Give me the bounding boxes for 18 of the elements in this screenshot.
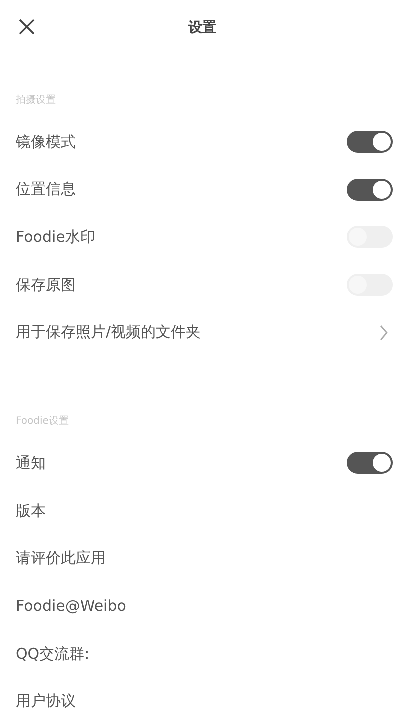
setting-label: Foodie@Weibo	[16, 596, 126, 618]
setting-label: Foodie水印	[16, 226, 96, 248]
toggle-switch[interactable]	[347, 452, 393, 474]
setting-label: 用户协议	[16, 691, 76, 712]
toggle-switch[interactable]	[347, 178, 393, 201]
setting-label: 保存原图	[16, 274, 76, 296]
close-icon	[18, 18, 36, 36]
setting-label: 镜像模式	[16, 132, 76, 153]
section-title: Foodie设置	[16, 416, 69, 428]
setting-label: 请评价此应用	[16, 548, 106, 570]
setting-label: QQ交流群:	[16, 644, 90, 665]
toggle-switch[interactable]	[347, 130, 393, 153]
page-title: 设置	[188, 18, 216, 38]
section-title: 拍摄设置	[16, 95, 56, 106]
setting-label: 用于保存照片/视频的文件夹	[16, 322, 202, 344]
setting-label: 版本	[16, 500, 46, 522]
setting-label: 位置信息	[16, 179, 76, 200]
setting-label: 通知	[16, 453, 46, 474]
